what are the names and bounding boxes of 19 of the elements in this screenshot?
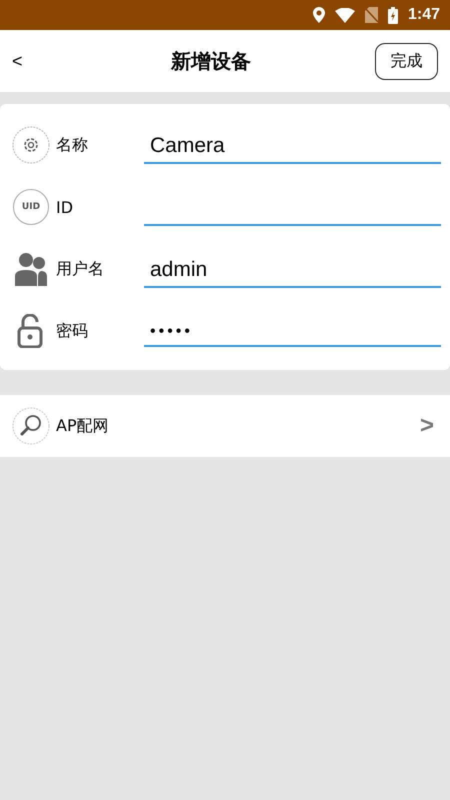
field-label: ID bbox=[56, 198, 74, 216]
field-label: 名称 bbox=[56, 134, 89, 156]
uid-icon: UID bbox=[13, 189, 49, 225]
no-sim-icon bbox=[364, 7, 378, 23]
back-button[interactable]: < bbox=[8, 46, 27, 76]
field-label: 用户名 bbox=[56, 258, 105, 280]
users-icon bbox=[14, 252, 48, 286]
chevron: > bbox=[420, 412, 434, 440]
location-icon bbox=[312, 7, 325, 23]
menu-label: AP配网 bbox=[56, 416, 110, 436]
done-button[interactable]: 完成 bbox=[374, 42, 438, 80]
unlocked-padlock-icon bbox=[17, 314, 45, 348]
battery-charging-icon bbox=[388, 6, 398, 24]
wifi-icon bbox=[334, 8, 355, 22]
page-title: 新增设备 bbox=[170, 48, 251, 74]
menu-item[interactable]: AP配网 > bbox=[0, 395, 450, 457]
search-icon bbox=[12, 407, 50, 445]
field-label: 密码 bbox=[56, 320, 89, 342]
clock: 1:47 bbox=[408, 6, 440, 24]
